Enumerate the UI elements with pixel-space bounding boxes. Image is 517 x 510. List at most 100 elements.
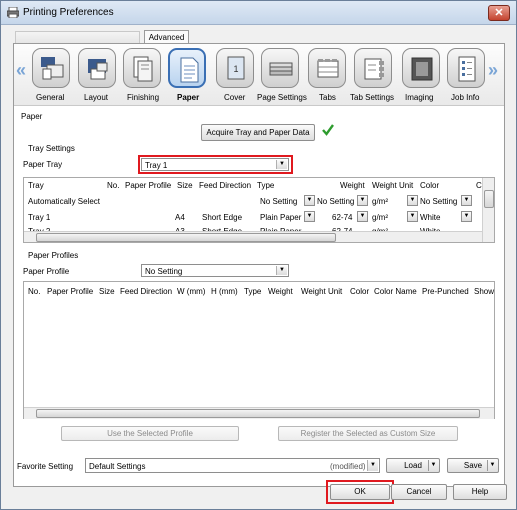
help-button[interactable]: Help [453,484,507,500]
cell-color: White [420,213,441,222]
tab-settings-icon [364,58,384,80]
paper-profile-select[interactable]: No Setting ▼ [141,264,289,277]
unit-dropdown[interactable]: ▼ [407,211,418,222]
general-button[interactable] [32,48,70,88]
col-color-name: Color Name [374,287,417,296]
weight-dropdown[interactable]: ▼ [357,195,368,206]
unit-dropdown[interactable]: ▼ [407,195,418,206]
col-weight-unit: Weight Unit [372,181,414,190]
paper-profile-value: No Setting [145,267,183,276]
paper-profile-label: Paper Profile [23,267,70,276]
col-type: Type [244,287,262,296]
layout-label: Layout [84,93,109,102]
layout-button[interactable] [78,48,116,88]
save-dropdown-icon[interactable]: ▼ [487,460,497,471]
tab-advanced[interactable]: Advanced [144,30,189,44]
cell-tray: Tray 1 [28,213,51,222]
modified-indicator: (modified) [330,462,366,471]
tabs-icon [317,59,339,78]
printing-preferences-window: Printing Preferences ✕ Advanced « » Gene… [0,0,517,510]
load-dropdown-icon[interactable]: ▼ [428,460,438,471]
job-info-button[interactable] [447,48,485,88]
color-dropdown[interactable]: ▼ [461,195,472,206]
cover-icon: 1 [227,56,245,80]
finishing-label: Finishing [127,93,160,102]
type-dropdown[interactable]: ▼ [304,211,315,222]
paper-tray-label: Paper Tray [23,160,63,169]
vscroll-thumb[interactable] [484,190,494,208]
col-size: Size [177,181,193,190]
register-custom-size-button[interactable]: Register the Selected as Custom Size [278,426,458,441]
col-color: Color [350,287,370,296]
cancel-button[interactable]: Cancel [391,484,447,500]
tab-settings-label: Tab Settings [350,93,395,102]
cell-type: Plain Paper [260,213,302,222]
title-bar: Printing Preferences ✕ [1,1,516,25]
hscroll-thumb[interactable] [36,409,480,418]
hscroll-thumb[interactable] [36,233,336,242]
color-dropdown[interactable]: ▼ [461,211,472,222]
cover-label: Cover [224,93,246,102]
page-settings-icon [269,62,293,76]
col-type: Type [257,181,275,190]
layout-icon [88,59,108,80]
tray-table: Tray No. Paper Profile Size Feed Directi… [23,177,495,243]
weight-dropdown[interactable]: ▼ [357,211,368,222]
tray-table-hscroll[interactable] [24,231,482,242]
cell-color: No Setting [420,197,458,206]
profiles-hscroll[interactable] [24,407,494,419]
cell-weight: No Setting [317,197,355,206]
load-label: Load [404,461,422,470]
imaging-button[interactable] [402,48,440,88]
cell-unit: g/m² [372,197,388,206]
col-no: No. [28,287,41,296]
job-info-label: Job Info [451,93,480,102]
paper-profiles-title: Paper Profiles [28,251,79,260]
cell-tray: Automatically Select [28,197,101,206]
acquire-tray-data-button[interactable]: Acquire Tray and Paper Data [201,124,315,141]
scroll-left-icon[interactable]: « [16,60,26,81]
imaging-icon [411,57,433,81]
col-paper-profile: Paper Profile [47,287,94,296]
general-label: General [36,93,65,102]
paper-tray-highlight [138,155,293,174]
favorite-setting-select[interactable]: Default Settings (modified) ▼ [85,458,380,473]
tab-settings-button[interactable] [354,48,392,88]
imaging-label: Imaging [405,93,434,102]
col-color: Color [420,181,440,190]
col-tray: Tray [28,181,44,190]
cell-type: No Setting [260,197,298,206]
load-button[interactable]: Load ▼ [386,458,440,473]
tray-settings-title: Tray Settings [28,144,75,153]
svg-text:1: 1 [233,64,238,74]
tray-table-vscroll[interactable] [482,178,494,242]
window-title: Printing Preferences [23,7,114,18]
col-paper-profile: Paper Profile [125,181,172,190]
save-button[interactable]: Save ▼ [447,458,499,473]
finishing-button[interactable] [123,48,161,88]
favorite-setting-label: Favorite Setting [17,462,74,471]
use-selected-profile-button[interactable]: Use the Selected Profile [61,426,239,441]
paper-profiles-table: No. Paper Profile Size Feed Direction W … [23,281,495,419]
col-size: Size [99,287,115,296]
close-button[interactable]: ✕ [488,5,510,21]
page-settings-button[interactable] [261,48,299,88]
chevron-down-icon: ▼ [367,460,378,471]
category-icon-bar: « » General Layout Finishing Paper 1 Cov… [14,44,504,106]
col-h-mm: H (mm) [211,287,238,296]
col-no: No. [107,181,120,190]
checkmark-icon [322,124,334,136]
page-settings-label: Page Settings [257,93,307,102]
type-dropdown[interactable]: ▼ [304,195,315,206]
general-icon [41,57,64,80]
cell-size: A4 [175,213,185,222]
col-weight: Weight [268,287,293,296]
ok-highlight [326,480,394,504]
cell-unit: g/m² [372,213,388,222]
col-weight: Weight [340,181,365,190]
cover-button[interactable]: 1 [216,48,254,88]
paper-button[interactable] [168,48,206,88]
col-show: Show [474,287,495,296]
scroll-right-icon[interactable]: » [488,60,498,81]
tabs-button[interactable] [308,48,346,88]
